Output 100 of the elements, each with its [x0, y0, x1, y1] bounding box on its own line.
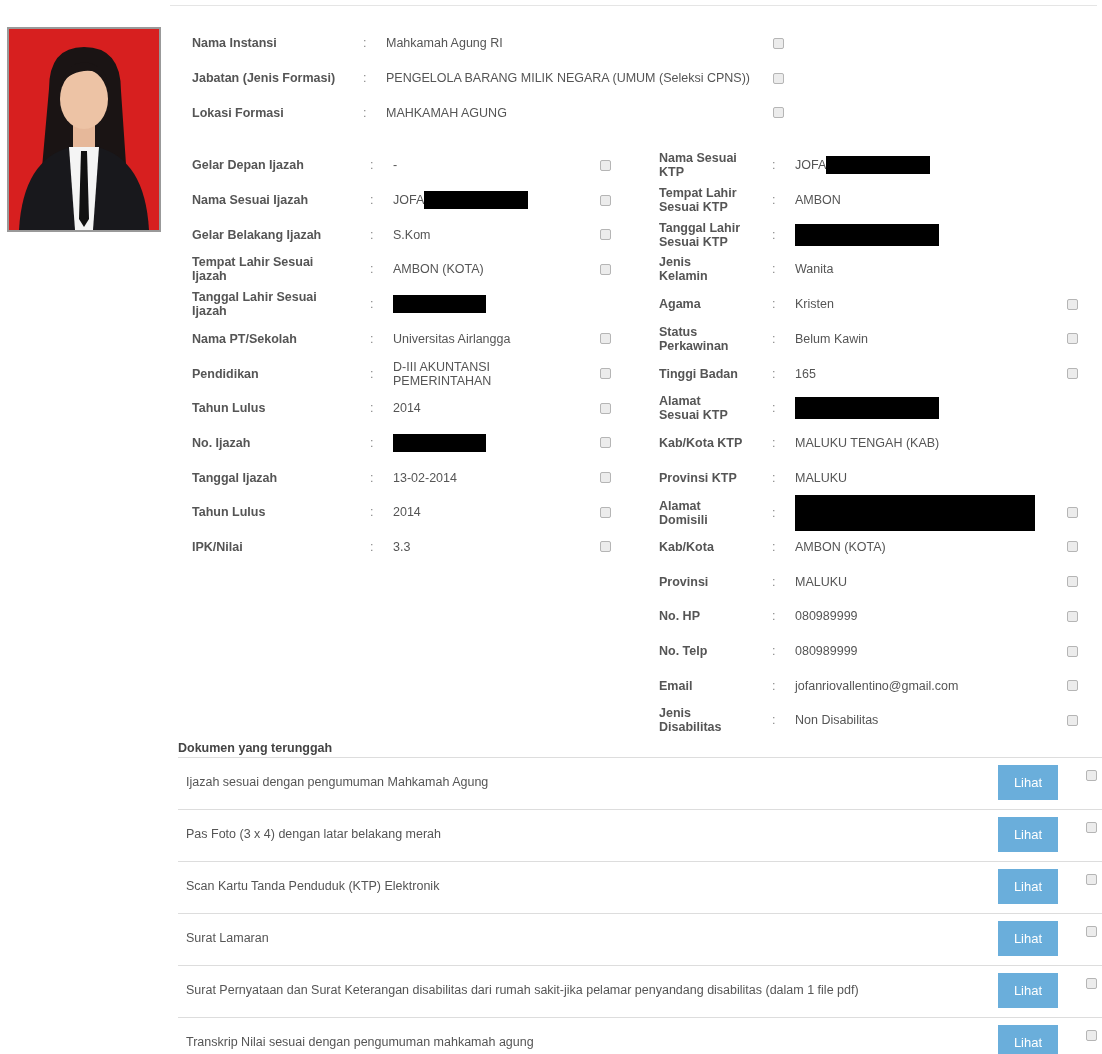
view-button[interactable]: Lihat: [998, 816, 1058, 852]
checkbox[interactable]: [1067, 298, 1078, 310]
colon-separator: :: [772, 539, 777, 554]
checkbox[interactable]: [773, 72, 784, 84]
field-value: MAHKAMAH AGUNG: [386, 105, 507, 120]
colon-separator: :: [370, 227, 375, 242]
colon-separator: :: [363, 71, 368, 86]
checkbox[interactable]: [1067, 541, 1078, 553]
field-value: Kristen: [795, 297, 834, 312]
field-label: Provinsi KTP: [659, 470, 738, 485]
colon-separator: :: [370, 262, 375, 277]
checkbox[interactable]: [1086, 1029, 1097, 1041]
field-value: 13-02-2014: [393, 470, 457, 485]
section-heading: Dokumen yang terunggah: [178, 739, 334, 757]
checkbox[interactable]: [1067, 507, 1078, 519]
field-value: MALUKU: [795, 470, 848, 485]
field-value: 080989999: [795, 609, 858, 624]
checkbox[interactable]: [1086, 873, 1097, 885]
checkbox[interactable]: [600, 159, 611, 171]
colon-separator: :: [370, 401, 375, 416]
field-value: MALUKU TENGAH (KAB): [795, 435, 940, 450]
field-label: Alamat Domisili: [659, 498, 709, 527]
field-value: 2014: [393, 505, 421, 520]
field-label: Nama Instansi: [192, 36, 278, 51]
field-value: AMBON: [795, 193, 841, 208]
view-button[interactable]: Lihat: [998, 972, 1058, 1008]
checkbox[interactable]: [1067, 333, 1078, 345]
colon-separator: :: [772, 644, 777, 659]
checkbox[interactable]: [1067, 645, 1078, 657]
field-value: AMBON (KOTA): [795, 539, 886, 554]
field-value: -: [393, 158, 398, 173]
field-label: Tempat Lahir Sesuai KTP: [659, 186, 738, 215]
checkbox[interactable]: [773, 107, 784, 119]
checkbox[interactable]: [1086, 977, 1097, 989]
checkbox[interactable]: [600, 333, 611, 345]
document-name: Transkrip Nilai sesuai dengan pengumuman mahkamah agung: [186, 1034, 534, 1049]
checkbox[interactable]: [600, 263, 611, 275]
field-label: IPK/Nilai: [192, 539, 244, 554]
checkbox[interactable]: [600, 437, 611, 449]
colon-separator: :: [370, 297, 375, 312]
colon-separator: :: [772, 262, 777, 277]
field-label: Email: [659, 678, 694, 693]
checkbox[interactable]: [600, 506, 611, 518]
document-name: Pas Foto (3 x 4) dengan latar belakang merah: [186, 826, 441, 841]
field-label: Status Perkawinan: [659, 324, 730, 353]
checkbox[interactable]: [600, 194, 611, 206]
checkbox[interactable]: [1067, 610, 1078, 622]
colon-separator: :: [772, 227, 777, 242]
view-button[interactable]: Lihat: [998, 764, 1058, 800]
colon-separator: :: [363, 105, 368, 120]
checkbox[interactable]: [600, 402, 611, 414]
colon-separator: :: [772, 678, 777, 693]
colon-separator: :: [772, 609, 777, 624]
field-label: Tahun Lulus: [192, 401, 267, 416]
field-value: JOFA: [795, 158, 827, 173]
field-label: Tempat Lahir Sesuai Ijazah: [192, 255, 315, 284]
field-label: No. Ijazah: [192, 435, 252, 450]
checkbox[interactable]: [1086, 925, 1097, 937]
field-label: Nama PT/Sekolah: [192, 331, 298, 346]
checkbox[interactable]: [600, 229, 611, 241]
view-button[interactable]: Lihat: [998, 920, 1058, 956]
checkbox[interactable]: [600, 368, 611, 380]
colon-separator: :: [370, 331, 375, 346]
colon-separator: :: [370, 470, 375, 485]
field-label: Agama: [659, 297, 702, 312]
view-button[interactable]: Lihat: [998, 1024, 1058, 1054]
field-value: Belum Kawin: [795, 331, 868, 346]
field-value: PENGELOLA BARANG MILIK NEGARA (UMUM (Seleksi CPNS)): [386, 71, 750, 86]
field-label: Gelar Belakang Ijazah: [192, 227, 323, 242]
field-label: No. Telp: [659, 644, 709, 659]
field-label: Nama Sesuai Ijazah: [192, 193, 310, 208]
colon-separator: :: [363, 36, 368, 51]
checkbox[interactable]: [1067, 714, 1078, 726]
document-name: Scan Kartu Tanda Penduduk (KTP) Elektronik: [186, 878, 440, 893]
field-label: Tinggi Badan: [659, 366, 739, 381]
field-label: Jenis Kelamin: [659, 255, 709, 284]
field-label: Alamat Sesuai KTP: [659, 394, 729, 423]
colon-separator: :: [772, 158, 777, 173]
view-button[interactable]: Lihat: [998, 868, 1058, 904]
field-value: jofanriovallentino@gmail.com: [795, 678, 959, 693]
checkbox[interactable]: [773, 37, 784, 49]
checkbox[interactable]: [1067, 368, 1078, 380]
colon-separator: :: [772, 505, 777, 520]
checkbox[interactable]: [1086, 769, 1097, 781]
checkbox[interactable]: [1086, 821, 1097, 833]
field-value: MALUKU: [795, 574, 848, 589]
field-label: Tanggal Ijazah: [192, 470, 279, 485]
checkbox[interactable]: [1067, 680, 1078, 692]
colon-separator: :: [772, 366, 777, 381]
colon-separator: :: [772, 297, 777, 312]
checkbox[interactable]: [1067, 576, 1078, 588]
checkbox[interactable]: [600, 472, 611, 484]
checkbox[interactable]: [600, 541, 611, 553]
field-label: Pendidikan: [192, 366, 260, 381]
colon-separator: :: [772, 435, 777, 450]
colon-separator: :: [772, 401, 777, 416]
field-label: No. HP: [659, 609, 701, 624]
field-value: Wanita: [795, 262, 834, 277]
field-value: S.Kom: [393, 227, 431, 242]
field-value: Mahkamah Agung RI: [386, 36, 503, 51]
